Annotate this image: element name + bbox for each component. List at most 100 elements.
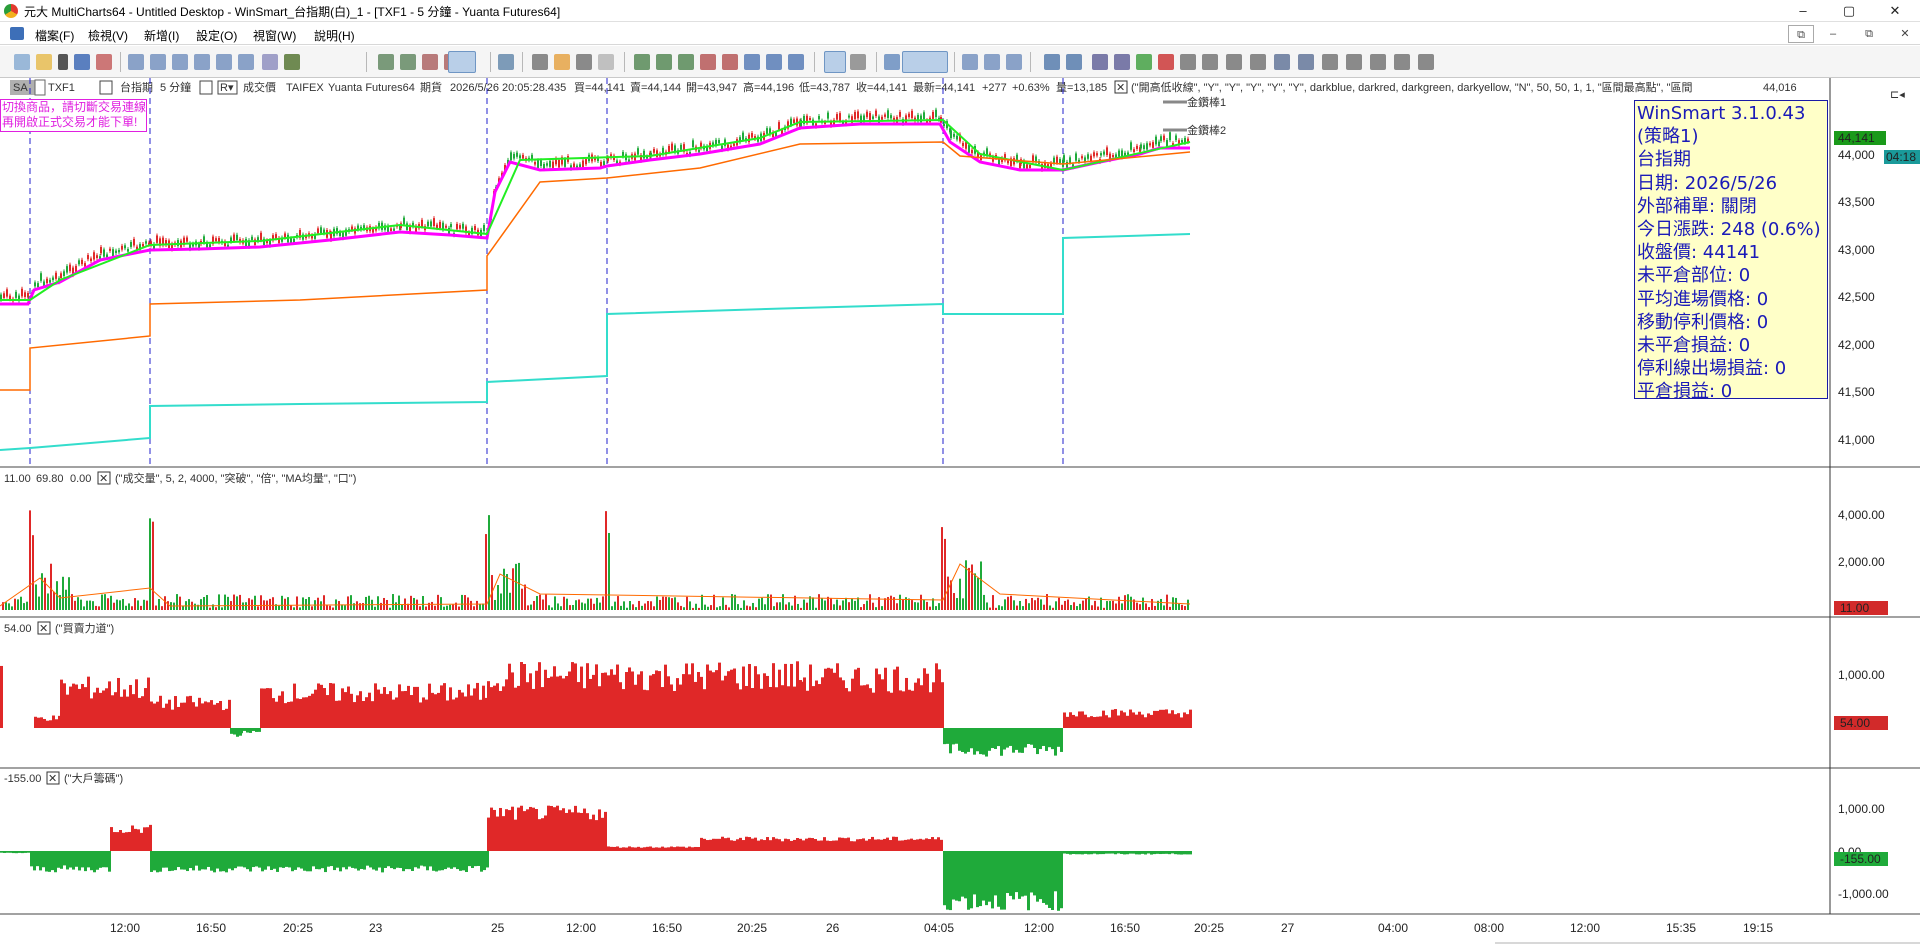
arrow-right-icon[interactable] (1202, 54, 1218, 70)
insert-study-icon[interactable] (378, 54, 394, 70)
chart-window[interactable]: SA TXF1 台指期 5 分鐘 R▾ 成交價 TAIFEX Yuanta Fu… (0, 78, 1920, 944)
trade-bar-icon[interactable] (284, 54, 300, 70)
hourglass-icon[interactable] (1092, 54, 1108, 70)
last-price-tag: 44,141 (1838, 131, 1875, 145)
price-candle (890, 115, 892, 119)
data-window-icon[interactable] (498, 54, 514, 70)
price-candle (866, 111, 868, 118)
indicator-8-icon[interactable] (788, 54, 804, 70)
indicator-4-icon[interactable] (700, 54, 716, 70)
zoom-out-icon[interactable] (1298, 54, 1314, 70)
mdi-minimize-button[interactable]: – (1820, 25, 1846, 43)
insert-signal-icon[interactable] (422, 54, 438, 70)
order-bar-icon[interactable] (262, 54, 278, 70)
menu-settings[interactable]: 設定(O) (196, 27, 237, 44)
power-bar (490, 687, 493, 728)
chips-pane[interactable] (0, 805, 1192, 911)
time-label: 12:00 (1024, 921, 1054, 935)
menu-window[interactable]: 視窗(W) (253, 27, 296, 44)
bar-chart-icon[interactable] (532, 54, 548, 70)
indicator-7-icon[interactable] (766, 54, 782, 70)
price-pane[interactable] (0, 107, 1191, 451)
chips-bar (667, 847, 670, 851)
scanner-icon[interactable] (172, 54, 188, 70)
power-bar (787, 686, 790, 728)
chart-canvas[interactable]: SA TXF1 台指期 5 分鐘 R▾ 成交價 TAIFEX Yuanta Fu… (0, 78, 1920, 944)
maximize-button[interactable]: ▢ (1826, 0, 1872, 22)
mdi-restore-icon[interactable]: ⧉ (1788, 25, 1814, 43)
scale-settings-icon[interactable]: ⊏◂ (1890, 89, 1905, 101)
menu-help[interactable]: 說明(H) (314, 27, 355, 44)
indicator-2-icon[interactable] (656, 54, 672, 70)
quote-manager-icon[interactable] (150, 54, 166, 70)
r-button[interactable]: R▾ (220, 82, 234, 94)
minimize-button[interactable]: – (1780, 0, 1826, 22)
time-axis[interactable]: 12:00 16:50 20:25 23 25 12:00 16:50 20:2… (110, 921, 1773, 935)
pencil-tool-icon[interactable] (448, 51, 476, 73)
rotate-left-icon[interactable] (1322, 54, 1338, 70)
mdi-close-button[interactable]: ✕ (1892, 25, 1918, 43)
scroll-right-icon[interactable] (1066, 54, 1082, 70)
menu-file[interactable]: 檔案(F) (35, 27, 74, 44)
tile-icon[interactable] (984, 54, 1000, 70)
reset-icon[interactable] (1394, 54, 1410, 70)
format-study-icon[interactable] (400, 54, 416, 70)
candlestick-icon[interactable] (554, 54, 570, 70)
crosshair-icon[interactable] (850, 54, 866, 70)
arrange-icon[interactable] (1006, 54, 1022, 70)
power-bar (964, 728, 967, 754)
close-button[interactable]: ✕ (1872, 0, 1918, 22)
new-window-icon[interactable] (14, 54, 30, 70)
arrow-left-icon[interactable] (1180, 54, 1196, 70)
hand-icon[interactable] (1418, 54, 1434, 70)
chips-bar (108, 851, 111, 872)
chart-window-icon[interactable] (128, 54, 144, 70)
indicator-6-icon[interactable] (744, 54, 760, 70)
chips-bar (697, 846, 700, 851)
mdi-restore-button[interactable]: ⧉ (1856, 25, 1882, 43)
sa-button[interactable]: SA (13, 82, 28, 94)
chips-bar (1171, 851, 1174, 854)
chart-style-icon[interactable] (598, 54, 614, 70)
volume: 量=13,185 (1056, 81, 1107, 94)
comment-icon[interactable] (884, 54, 900, 70)
power-bar (1069, 712, 1072, 728)
compress-icon[interactable] (1114, 54, 1130, 70)
interval-dropdown-icon[interactable] (199, 80, 213, 95)
volume-bar (218, 594, 220, 610)
chart-shift-icon[interactable] (902, 51, 948, 73)
pointer-icon[interactable] (824, 51, 846, 73)
volume-pane[interactable] (0, 510, 1191, 610)
save-icon[interactable] (74, 54, 90, 70)
menu-insert[interactable]: 新增(I) (144, 27, 179, 44)
price-candle (1160, 136, 1162, 141)
zoom-in-icon[interactable] (1274, 54, 1290, 70)
open-folder-icon[interactable] (36, 54, 52, 70)
document-icon[interactable] (10, 27, 24, 40)
indicator-1-icon[interactable] (634, 54, 650, 70)
power-pane[interactable] (0, 661, 1192, 757)
chips-bar (508, 810, 511, 851)
dom-icon[interactable] (194, 54, 210, 70)
print-icon[interactable] (96, 54, 112, 70)
sell-alert-icon[interactable] (1158, 54, 1174, 70)
dropdown-arrow-icon[interactable] (58, 54, 68, 70)
sa-dropdown-icon[interactable] (34, 79, 46, 96)
scroll-left-icon[interactable] (1044, 54, 1060, 70)
chips-bar (724, 838, 727, 851)
portfolio-icon[interactable] (216, 54, 232, 70)
indicator-3-icon[interactable] (678, 54, 694, 70)
buy-alert-icon[interactable] (1136, 54, 1152, 70)
refresh-icon[interactable] (1370, 54, 1386, 70)
bar-spacing-icon[interactable] (1226, 54, 1242, 70)
cascade-icon[interactable] (962, 54, 978, 70)
time-label: 12:00 (566, 921, 596, 935)
volume-bar (989, 607, 991, 610)
rotate-right-icon[interactable] (1346, 54, 1362, 70)
bar-spacing-2-icon[interactable] (1250, 54, 1266, 70)
indicator-5-icon[interactable] (722, 54, 738, 70)
symbol-dropdown-icon[interactable] (99, 80, 113, 95)
line-chart-icon[interactable] (576, 54, 592, 70)
menu-view[interactable]: 檢視(V) (88, 27, 128, 44)
tws-icon[interactable] (238, 54, 254, 70)
